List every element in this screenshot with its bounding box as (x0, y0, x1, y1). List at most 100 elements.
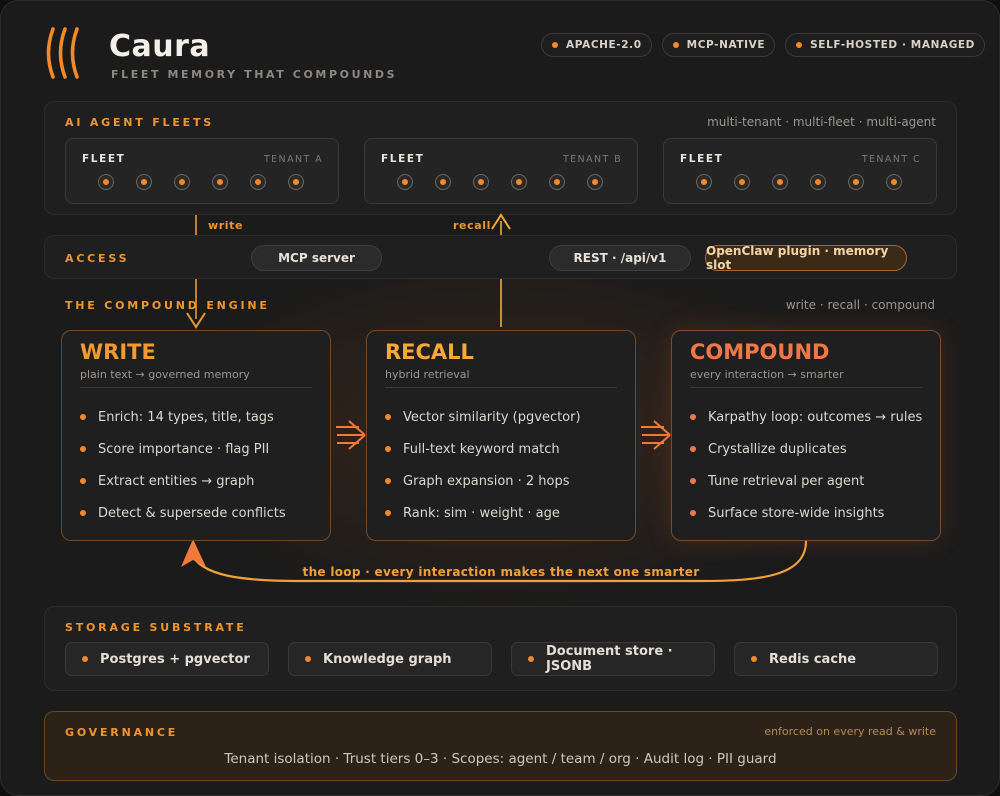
bullet-icon (385, 414, 391, 420)
list-item-label: Tune retrieval per agent (708, 473, 865, 489)
badge-label: APACHE-2.0 (566, 39, 642, 51)
recall-stage-box: RECALL hybrid retrieval Vector similarit… (366, 330, 636, 541)
divider (80, 387, 312, 388)
list-item-label: Graph expansion · 2 hops (403, 473, 570, 489)
diagram-canvas: Caura FLEET MEMORY THAT COMPOUNDS APACHE… (0, 0, 1000, 796)
agent-row (397, 174, 603, 190)
list-item: Tune retrieval per agent (690, 465, 922, 497)
write-arrow-icon (186, 312, 206, 329)
write-flow-label: write (208, 219, 244, 232)
access-mcp-server: MCP server (251, 245, 382, 271)
storage-knowledge-graph: Knowledge graph (288, 642, 492, 676)
list-item-label: Rank: sim · weight · age (403, 505, 560, 521)
badge-license: APACHE-2.0 (541, 33, 652, 57)
recall-flow-label: recall (453, 219, 491, 232)
fleets-panel: AI AGENT FLEETS multi-tenant · multi-fle… (44, 101, 957, 215)
list-item: Detect & supersede conflicts (80, 497, 286, 529)
fleets-section-label: AI AGENT FLEETS (65, 116, 215, 129)
stage-subtitle: hybrid retrieval (385, 368, 470, 381)
governance-note: enforced on every read & write (764, 725, 936, 738)
bullet-icon (385, 510, 391, 516)
list-item-label: Vector similarity (pgvector) (403, 409, 581, 425)
agent-node-icon (473, 174, 489, 190)
agent-node-icon (511, 174, 527, 190)
storage-section-label: STORAGE SUBSTRATE (65, 621, 247, 634)
list-item-label: Enrich: 14 types, title, tags (98, 409, 274, 425)
bullet-icon (796, 42, 803, 48)
agent-node-icon (174, 174, 190, 190)
governance-text: Tenant isolation · Trust tiers 0–3 · Sco… (224, 751, 777, 767)
agent-node-icon (397, 174, 413, 190)
bullet-icon (690, 414, 696, 420)
stage-subtitle: every interaction → smarter (690, 368, 844, 381)
bullet-icon (690, 446, 696, 452)
list-item-label: Full-text keyword match (403, 441, 560, 457)
list-item: Surface store-wide insights (690, 497, 922, 529)
engine-note: write · recall · compound (785, 298, 935, 312)
bullet-icon (528, 656, 534, 662)
agent-node-icon (696, 174, 712, 190)
list-item: Extract entities → graph (80, 465, 286, 497)
agent-node-icon (772, 174, 788, 190)
badge-label: MCP-NATIVE (686, 39, 766, 51)
access-panel: ACCESS MCP server REST · /api/v1 OpenCla… (44, 235, 957, 279)
bullet-icon (82, 656, 88, 662)
bullet-icon (80, 510, 86, 516)
arrow-write-to-recall-icon (336, 420, 366, 450)
loop-label: the loop · every interaction makes the n… (302, 565, 700, 579)
storage-label: Redis cache (769, 651, 857, 667)
arrow-recall-to-compound-icon (641, 420, 671, 450)
list-item: Enrich: 14 types, title, tags (80, 401, 286, 433)
fleet-name: FLEET (82, 153, 126, 165)
agent-node-icon (435, 174, 451, 190)
storage-redis-cache: Redis cache (734, 642, 938, 676)
stage-title: WRITE (80, 340, 156, 364)
agent-row (696, 174, 902, 190)
divider (690, 387, 922, 388)
bullet-icon (672, 42, 679, 48)
fleet-tenant: TENANT C (861, 154, 921, 165)
stage-title: COMPOUND (690, 340, 830, 364)
bullet-icon (751, 656, 757, 662)
list-item-label: Surface store-wide insights (708, 505, 885, 521)
bullet-icon (385, 478, 391, 484)
list-item: Graph expansion · 2 hops (385, 465, 581, 497)
badge-mcp: MCP-NATIVE (661, 33, 776, 57)
stage-subtitle: plain text → governed memory (80, 368, 250, 381)
agent-node-icon (810, 174, 826, 190)
bullet-icon (80, 414, 86, 420)
fleet-card-tenant-c: FLEET TENANT C (663, 138, 937, 204)
list-item-label: Score importance · flag PII (98, 441, 270, 457)
badge-label: SELF-HOSTED · MANAGED (810, 39, 975, 51)
access-openclaw-plugin: OpenClaw plugin · memory slot (705, 244, 907, 272)
agent-node-icon (212, 174, 228, 190)
fleet-name: FLEET (381, 153, 425, 165)
agent-node-icon (549, 174, 565, 190)
agent-node-icon (734, 174, 750, 190)
bullet-icon (690, 478, 696, 484)
storage-label: Postgres + pgvector (100, 651, 250, 667)
stage-feature-list: Vector similarity (pgvector) Full-text k… (385, 401, 581, 529)
governance-panel: GOVERNANCE enforced on every read & writ… (44, 711, 957, 781)
agent-node-icon (886, 174, 902, 190)
list-item: Full-text keyword match (385, 433, 581, 465)
fleet-card-tenant-b: FLEET TENANT B (364, 138, 638, 204)
storage-document-store: Document store · JSONB (511, 642, 715, 676)
badge-row: APACHE-2.0 MCP-NATIVE SELF-HOSTED · MANA… (541, 33, 985, 57)
recall-arrow-icon (491, 213, 511, 230)
list-item-label: Detect & supersede conflicts (98, 505, 286, 521)
agent-node-icon (250, 174, 266, 190)
bullet-icon (690, 510, 696, 516)
list-item: Vector similarity (pgvector) (385, 401, 581, 433)
fleet-name: FLEET (680, 153, 724, 165)
logo-icon (46, 27, 79, 79)
list-item: Rank: sim · weight · age (385, 497, 581, 529)
stage-feature-list: Karpathy loop: outcomes → rules Crystall… (690, 401, 922, 529)
storage-label: Document store · JSONB (546, 644, 673, 674)
bullet-icon (552, 42, 559, 48)
bullet-icon (385, 446, 391, 452)
loop-arrowhead-icon (181, 539, 206, 567)
storage-panel: STORAGE SUBSTRATE Postgres + pgvector Kn… (44, 606, 957, 691)
engine-section-label: THE COMPOUND ENGINE (65, 299, 270, 312)
storage-label: Knowledge graph (323, 651, 452, 667)
